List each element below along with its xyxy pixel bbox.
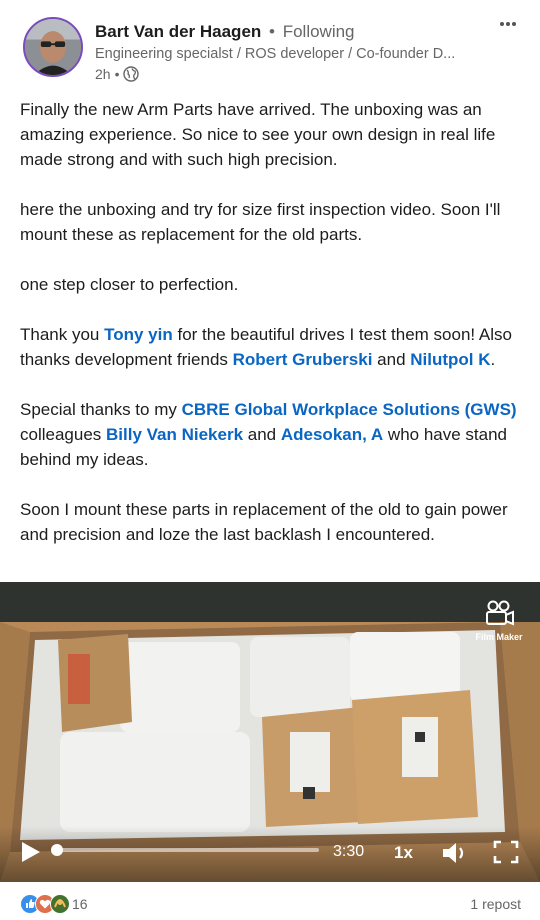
post-header: Bart Van der Haagen • Following Engineer… [0,0,540,92]
mention-cbre-gws[interactable]: CBRE Global Workplace Solutions (GWS) [182,400,517,419]
post-time: 2h [95,66,111,82]
post-paragraph: Special thanks to my CBRE Global Workpla… [20,397,525,472]
camera-icon [482,600,516,630]
text-fragment: and [372,350,411,369]
text-fragment: Special thanks to my [20,400,182,419]
mention-billy-van-niekerk[interactable]: Billy Van Niekerk [106,425,243,444]
watermark-label: Film Maker [475,632,523,642]
follow-status[interactable]: Following [283,22,355,41]
reactions-stack[interactable] [20,894,70,914]
video-progress-handle[interactable] [51,844,63,856]
volume-icon[interactable] [441,841,469,865]
mention-tony-yin[interactable]: Tony yin [104,325,173,344]
more-options-icon[interactable] [497,14,519,34]
post-body: Finally the new Arm Parts have arrived. … [20,97,525,547]
playback-speed-button[interactable]: 1x [394,843,413,863]
mention-robert-gruberski[interactable]: Robert Gruberski [233,350,373,369]
text-fragment: Thank you [20,325,105,344]
time-separator: • [114,66,120,82]
author-name-row: Bart Van der Haagen • Following [95,22,355,42]
mention-nilutpol-k[interactable]: Nilutpol K [410,350,490,369]
repost-count[interactable]: 1 repost [470,896,521,912]
author-name[interactable]: Bart Van der Haagen [95,22,261,41]
mention-adesokan-a[interactable]: Adesokan, A [281,425,383,444]
reaction-count[interactable]: 16 [72,896,88,912]
post-paragraph: one step closer to perfection. [20,275,239,294]
author-headline: Engineering specialst / ROS developer / … [95,46,456,62]
name-separator: • [269,22,275,41]
post-meta: 2h • [95,66,140,82]
text-fragment: colleagues [20,425,107,444]
author-avatar[interactable] [23,17,83,77]
support-icon [50,894,70,914]
post-paragraph: Finally the new Arm Parts have arrived. … [20,100,496,169]
fullscreen-icon[interactable] [493,840,519,864]
post-paragraph: here the unboxing and try for size first… [20,200,501,244]
video-player[interactable]: Film Maker 3:30 1x [0,582,540,882]
text-fragment: . [490,350,496,369]
video-progress-bar[interactable] [51,844,319,856]
globe-icon [123,66,140,82]
video-duration: 3:30 [333,843,365,860]
play-icon[interactable] [20,840,42,864]
film-maker-watermark: Film Maker [474,600,524,642]
text-fragment: and [243,425,281,444]
post-paragraph: Thank you Tony yin for the beautiful dri… [20,322,525,372]
social-counts: 16 1 repost [0,882,540,920]
post-paragraph: Soon I mount these parts in replacement … [20,500,508,544]
